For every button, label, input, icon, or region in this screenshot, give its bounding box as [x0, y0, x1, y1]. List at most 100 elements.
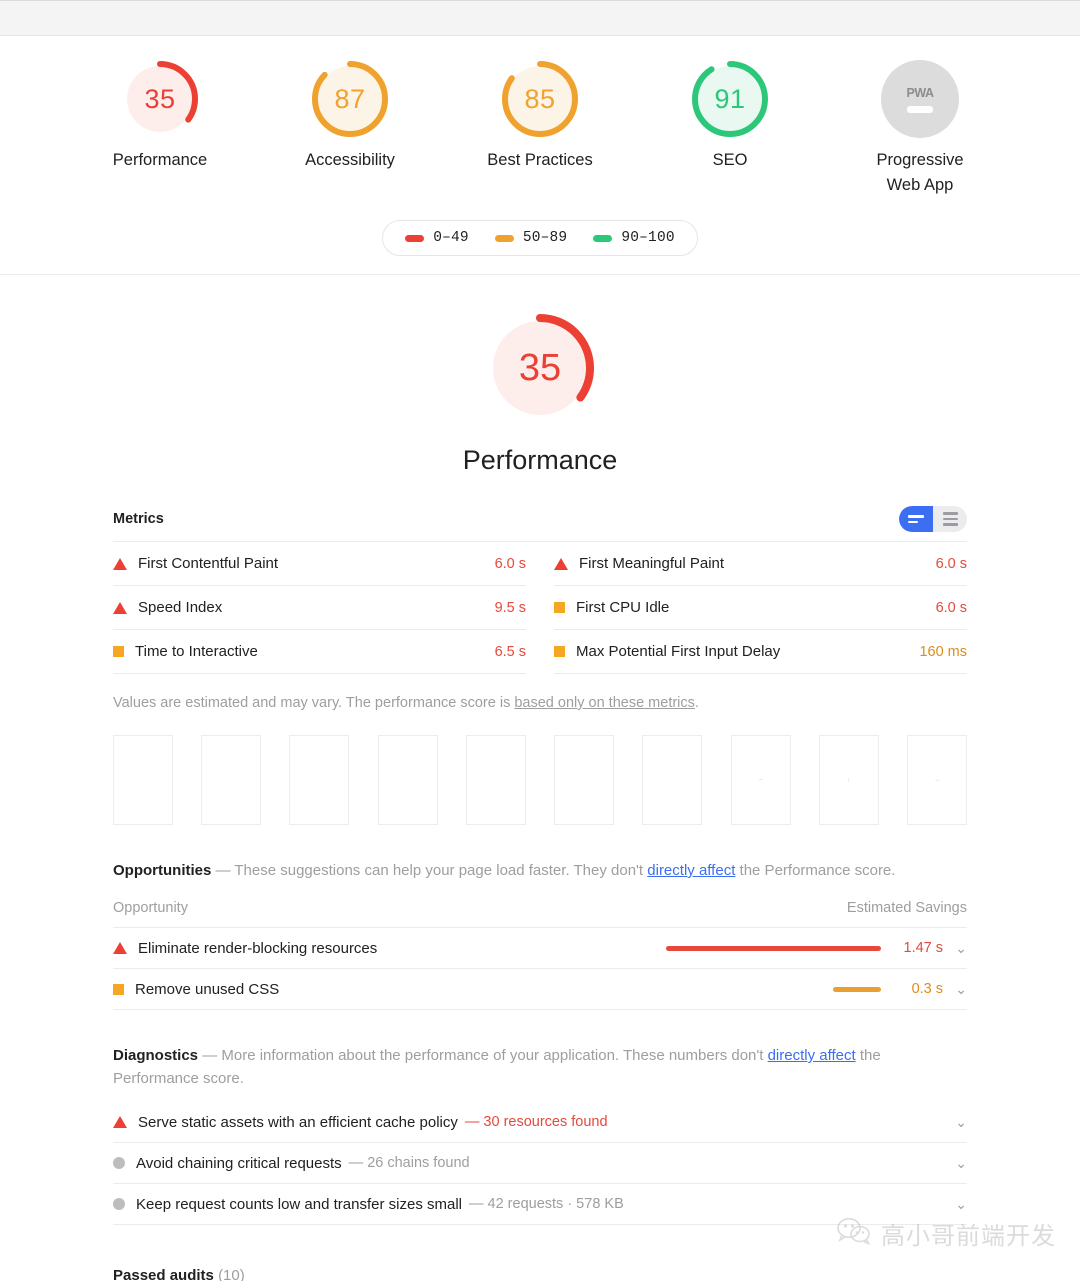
metrics-note-link[interactable]: based only on these metrics	[514, 695, 695, 711]
metric-name: First Contentful Paint	[138, 555, 279, 572]
score-item-progressive-web-app[interactable]: PWA Progressive Web App	[860, 60, 980, 198]
opportunities-rows: Eliminate render-blocking resources 1.47 …	[113, 928, 967, 1010]
score-item-performance[interactable]: 35 Performance	[100, 60, 220, 173]
pwa-label: PWA	[906, 85, 934, 100]
diagnostic-row[interactable]: Avoid chaining critical requests — 26 cha…	[113, 1143, 967, 1184]
score-label: Best Practices	[487, 151, 593, 169]
score-value: 91	[714, 83, 746, 114]
avg-indicator-icon	[554, 602, 565, 613]
legend-range: 0–49	[433, 230, 469, 246]
legend-range: 50–89	[522, 230, 568, 246]
bar-view-icon[interactable]	[899, 506, 933, 532]
pwa-dash-icon	[907, 105, 933, 113]
info-indicator-icon	[113, 1198, 125, 1210]
metrics-view-toggle[interactable]	[899, 506, 967, 532]
opportunities-title: Opportunities	[113, 862, 212, 879]
opportunities-desc-link[interactable]: directly affect	[647, 862, 735, 879]
opportunity-row[interactable]: Remove unused CSS 0.3 s ⌄	[113, 969, 967, 1010]
metric-value: 9.5 s	[494, 599, 526, 616]
diagnostics-rows: Serve static assets with an efficient ca…	[113, 1102, 967, 1225]
metric-row[interactable]: Time to Interactive 6.5 s	[113, 630, 526, 674]
fail-indicator-icon	[554, 557, 568, 570]
metric-row[interactable]: Max Potential First Input Delay 160 ms	[554, 630, 967, 674]
score-gauge: 91	[691, 60, 769, 138]
filmstrip-frame	[642, 735, 703, 825]
opportunity-savings: 1.47 s	[903, 940, 944, 956]
page-title: Performance	[462, 445, 618, 475]
metric-name: Speed Index	[138, 599, 223, 616]
metric-value: 6.5 s	[494, 643, 526, 660]
opportunity-name: Remove unused CSS	[135, 980, 280, 998]
score-label: Accessibility	[305, 151, 395, 169]
diagnostic-name: Avoid chaining critical requests	[136, 1154, 342, 1172]
diagnostic-row[interactable]: Serve static assets with an efficient ca…	[113, 1102, 967, 1143]
passed-audits-count: (10)	[218, 1267, 245, 1281]
list-view-icon[interactable]	[933, 506, 967, 532]
filmstrip-frame: ↓	[818, 735, 879, 825]
chevron-down-icon[interactable]: ⌄	[943, 982, 967, 996]
score-value: 35	[144, 83, 176, 114]
fail-indicator-icon	[113, 1116, 127, 1128]
opportunities-table-head: Opportunity Estimated Savings	[113, 882, 967, 928]
opportunities-description: Opportunities — These suggestions can he…	[113, 859, 967, 882]
metric-row[interactable]: First Contentful Paint 6.0 s	[113, 542, 526, 586]
browser-toolbar	[0, 0, 1080, 36]
filmstrip-frame	[377, 735, 438, 825]
metric-name: First Meaningful Paint	[579, 555, 725, 572]
filmstrip-frame: →	[906, 735, 967, 825]
metric-name: First CPU Idle	[576, 599, 670, 616]
opportunities-desc-before: — These suggestions can help your page l…	[211, 862, 648, 879]
diagnostic-detail: — 30 resources found	[464, 1114, 608, 1130]
filmstrip-frame	[289, 735, 350, 825]
fail-indicator-icon	[113, 601, 127, 614]
chevron-down-icon[interactable]: ⌄	[943, 1156, 967, 1170]
performance-gauge-section: 35 Performance	[0, 275, 1080, 476]
score-item-seo[interactable]: 91 SEO	[670, 60, 790, 173]
diagnostics-description: Diagnostics — More information about the…	[113, 1044, 967, 1090]
diagnostics-block: Diagnostics — More information about the…	[113, 1044, 967, 1225]
metric-value: 160 ms	[919, 643, 967, 660]
legend-swatch-icon	[593, 234, 613, 242]
score-item-best-practices[interactable]: 85 Best Practices	[480, 60, 600, 173]
score-legend: 0–49 50–89 90–100	[382, 220, 698, 256]
savings-column-header: Estimated Savings	[846, 900, 967, 916]
metric-row[interactable]: Speed Index 9.5 s	[113, 586, 526, 630]
metrics-note-period: .	[694, 695, 699, 711]
filmstrip-frame	[554, 735, 615, 825]
opportunity-savings: 0.3 s	[911, 981, 943, 997]
opportunities-block: Opportunities — These suggestions can he…	[113, 859, 967, 1010]
filmstrip-frame: –	[730, 735, 791, 825]
savings-bar	[651, 945, 881, 951]
fail-indicator-icon	[113, 557, 127, 570]
opportunity-row[interactable]: Eliminate render-blocking resources 1.47 …	[113, 928, 967, 969]
chevron-down-icon[interactable]: ⌄	[943, 1115, 967, 1129]
score-legend-row: 0–49 50–89 90–100	[0, 220, 1080, 256]
legend-item: 50–89	[494, 230, 568, 246]
score-item-accessibility[interactable]: 87 Accessibility	[290, 60, 410, 173]
diagnostics-title: Diagnostics	[113, 1047, 199, 1064]
filmstrip-frame	[465, 735, 526, 825]
score-gauge: 35	[121, 60, 199, 138]
metrics-note: Values are estimated and may vary. The p…	[113, 693, 967, 713]
diagnostic-name: Serve static assets with an efficient ca…	[138, 1113, 458, 1131]
lighthouse-report-page: 35 Performance 87 Accessibility 85 Best Pract…	[0, 0, 1080, 1281]
opportunity-column-header: Opportunity	[113, 900, 188, 916]
passed-audits-heading[interactable]: Passed audits (10)	[113, 1267, 967, 1281]
diagnostic-detail: — 26 chains found	[348, 1155, 470, 1171]
legend-swatch-icon	[494, 234, 514, 242]
frame-content: ↓	[847, 777, 851, 783]
metric-row[interactable]: First CPU Idle 6.0 s	[554, 586, 967, 630]
diagnostic-row[interactable]: Keep request counts low and transfer siz…	[113, 1184, 967, 1225]
metric-row[interactable]: First Meaningful Paint 6.0 s	[554, 542, 967, 586]
chevron-down-icon[interactable]: ⌄	[943, 941, 967, 955]
diagnostics-desc-link[interactable]: directly affect	[768, 1047, 856, 1064]
avg-indicator-icon	[113, 983, 124, 995]
metric-name: Max Potential First Input Delay	[576, 643, 781, 660]
frame-content: –	[758, 777, 763, 783]
legend-item: 90–100	[593, 230, 675, 246]
chevron-down-icon[interactable]: ⌄	[943, 1197, 967, 1211]
metrics-grid: First Contentful Paint 6.0 s First Meaning…	[113, 541, 967, 674]
metrics-note-text: Values are estimated and may vary. The p…	[113, 695, 515, 711]
metrics-header: Metrics	[113, 506, 967, 541]
metrics-heading: Metrics	[113, 511, 164, 527]
